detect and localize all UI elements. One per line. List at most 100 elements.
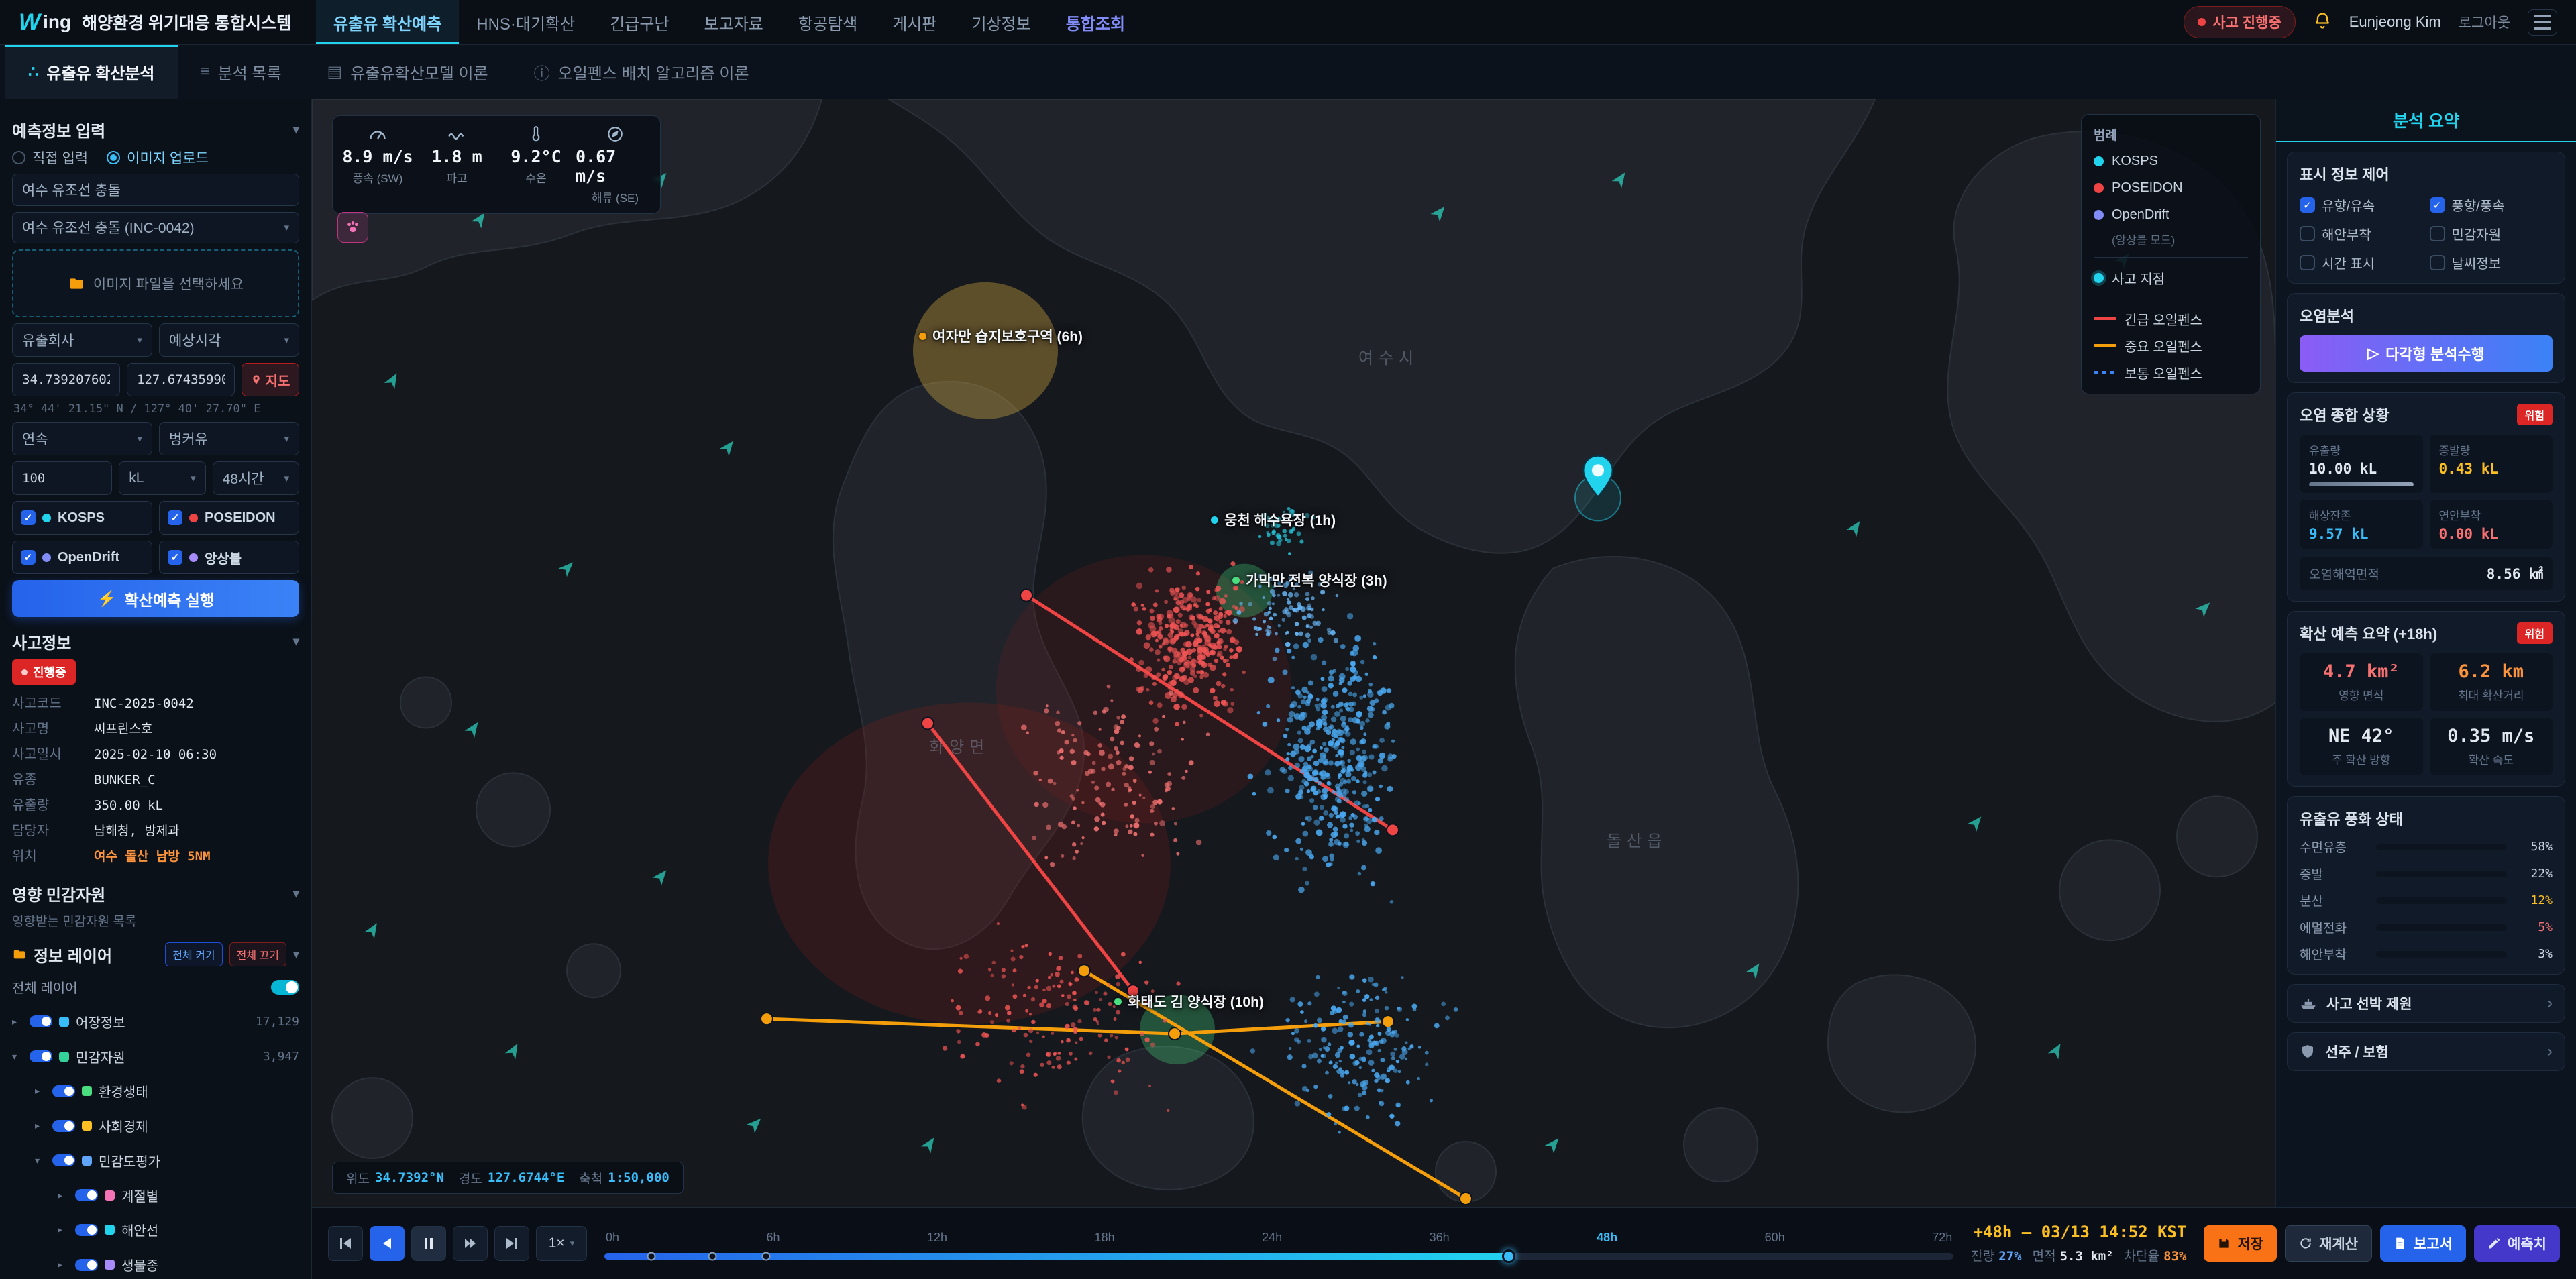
sensitive-section-header[interactable]: 영향 민감자원▾ [12, 882, 299, 905]
expand-icon[interactable]: ▸ [58, 1224, 68, 1235]
expand-icon[interactable]: ▸ [35, 1120, 46, 1131]
layer-toggle[interactable] [30, 1050, 52, 1062]
checkbox-wind[interactable]: ✓풍향/풍속 [2430, 195, 2553, 215]
incident-select[interactable]: 여수 유조선 충돌 (INC-0042)▾ [12, 212, 299, 244]
nav-item-weather[interactable]: 기상정보 [954, 0, 1048, 44]
layers-all-on-button[interactable]: 전체 켜기 [165, 942, 222, 966]
radio-image-upload[interactable]: 이미지 업로드 [107, 148, 209, 168]
incident-status-badge[interactable]: 사고 진행중 [2184, 6, 2295, 38]
timeline-tick[interactable]: 0h [606, 1231, 619, 1245]
nav-item-rescue[interactable]: 긴급구난 [592, 0, 686, 44]
playback-speed-select[interactable]: 1×▾ [536, 1226, 587, 1261]
nav-item-hns[interactable]: HNS·대기확산 [459, 0, 592, 44]
nav-item-oil-spread[interactable]: 유출유 확산예측 [316, 0, 459, 44]
incident-section-header[interactable]: 사고정보▾ [12, 630, 299, 653]
layer-row-fishery[interactable]: ▸어장정보17,129 [12, 1007, 299, 1036]
collapse-icon[interactable]: ▾ [35, 1155, 46, 1166]
checkbox-shoreline[interactable]: 해안부착 [2300, 224, 2423, 243]
model-toggle-poseidon[interactable]: ✓POSEIDON [159, 501, 299, 535]
nav-item-integrated[interactable]: 통합조회 [1049, 0, 1142, 44]
pause-button[interactable] [411, 1226, 446, 1261]
expand-icon[interactable]: ▸ [12, 1016, 23, 1027]
pick-on-map-button[interactable]: 지도 [241, 363, 299, 396]
predict-section-header[interactable]: 예측정보 입력▾ [12, 118, 299, 142]
latitude-input[interactable] [12, 363, 120, 396]
layer-toggle[interactable] [52, 1154, 75, 1166]
user-name[interactable]: Eunjeong Kim [2349, 13, 2441, 31]
layer-toggle[interactable] [75, 1189, 98, 1201]
layer-toggle[interactable] [75, 1224, 98, 1236]
expand-icon[interactable]: ▸ [35, 1085, 46, 1097]
layer-row-species[interactable]: ▸생물종 [12, 1250, 299, 1279]
tab-analysis-list[interactable]: ≡분석 목록 [178, 45, 305, 99]
time-select[interactable]: 예상시각▾ [159, 323, 299, 357]
poi-tool-button[interactable] [337, 212, 368, 243]
timeline[interactable]: 0h 6h 12h 18h 24h 36h 48h 60h 72h [604, 1228, 1953, 1260]
layer-row-sensitivity[interactable]: ▾민감도평가 [12, 1146, 299, 1175]
layer-toggle[interactable] [52, 1085, 75, 1097]
layer-row-seasonal[interactable]: ▸계절별 [12, 1181, 299, 1210]
checkbox-weather[interactable]: 날씨정보 [2430, 253, 2553, 272]
nav-item-reports[interactable]: 보고자료 [687, 0, 781, 44]
run-prediction-button[interactable]: ⚡확산예측 실행 [12, 580, 299, 617]
timeline-event-marker[interactable] [708, 1252, 716, 1260]
tab-boom-theory[interactable]: ⓘ오일펜스 배치 알고리즘 이론 [511, 45, 772, 99]
tab-model-theory[interactable]: ▤유출유확산모델 이론 [305, 45, 511, 99]
logout-link[interactable]: 로그아웃 [2459, 12, 2510, 32]
collapse-icon[interactable]: ▾ [12, 1051, 23, 1062]
timeline-tick[interactable]: 12h [927, 1231, 947, 1245]
layer-toggle[interactable] [75, 1259, 98, 1271]
checkbox-time[interactable]: 시간 표시 [2300, 253, 2423, 272]
save-button[interactable]: 저장 [2204, 1225, 2277, 1262]
skip-start-button[interactable] [328, 1226, 363, 1261]
layer-toggle[interactable] [30, 1015, 52, 1027]
layer-row-socio[interactable]: ▸사회경제 [12, 1111, 299, 1140]
timeline-tick[interactable]: 72h [1932, 1231, 1952, 1245]
timeline-tick[interactable]: 24h [1262, 1231, 1282, 1245]
timeline-tick[interactable]: 6h [767, 1231, 780, 1245]
polygon-analysis-button[interactable]: ▷다각형 분석수행 [2300, 335, 2553, 372]
step-back-button[interactable] [370, 1226, 405, 1261]
vessel-spec-accordion[interactable]: 사고 선박 제원› [2287, 984, 2565, 1023]
radio-direct-input[interactable]: 직접 입력 [12, 148, 88, 168]
skip-end-button[interactable] [494, 1226, 529, 1261]
incident-pin[interactable] [1580, 454, 1615, 502]
recalculate-button[interactable]: 재계산 [2285, 1225, 2372, 1262]
nav-item-aerial[interactable]: 항공탐색 [781, 0, 875, 44]
prediction-button[interactable]: 예측치 [2474, 1225, 2560, 1262]
timeline-tick[interactable]: 18h [1095, 1231, 1115, 1245]
master-layer-toggle[interactable] [271, 980, 299, 995]
timeline-tick[interactable]: 48h [1597, 1231, 1617, 1245]
layer-row-sensitive[interactable]: ▾민감자원3,947 [12, 1042, 299, 1071]
analysis-summary-tab[interactable]: 분석 요약 [2276, 99, 2576, 142]
incident-name-input[interactable] [12, 174, 299, 206]
layers-all-off-button[interactable]: 전체 끄기 [229, 942, 286, 966]
unit-select[interactable]: kL▾ [119, 461, 205, 495]
report-button[interactable]: 보고서 [2380, 1225, 2466, 1262]
timeline-event-marker[interactable] [647, 1252, 656, 1260]
owner-insurance-accordion[interactable]: 선주 / 보험› [2287, 1032, 2565, 1071]
spill-type-select[interactable]: 연속▾ [12, 422, 152, 455]
longitude-input[interactable] [127, 363, 235, 396]
expand-icon[interactable]: ▸ [58, 1259, 68, 1270]
timeline-track[interactable] [604, 1253, 1953, 1260]
hamburger-menu-icon[interactable] [2528, 9, 2557, 36]
layer-toggle[interactable] [52, 1120, 75, 1132]
layer-row-eco[interactable]: ▸환경생태 [12, 1076, 299, 1105]
timeline-event-marker[interactable] [762, 1252, 771, 1260]
fast-forward-button[interactable] [453, 1226, 488, 1261]
bell-icon[interactable] [2313, 11, 2332, 34]
model-toggle-opendrift[interactable]: ✓OpenDrift [12, 541, 152, 574]
company-select[interactable]: 유출회사▾ [12, 323, 152, 357]
map-canvas[interactable]: 여자만 습지보호구역 (6h)웅천 해수욕장 (1h)가막만 전복 양식장 (3… [312, 99, 2275, 1207]
layer-row-coastline[interactable]: ▸해안선 [12, 1215, 299, 1244]
nav-item-board[interactable]: 게시판 [875, 0, 954, 44]
tab-spread-analysis[interactable]: ∴유출유 확산분석 [5, 45, 178, 99]
image-upload-dropzone[interactable]: 이미지 파일을 선택하세요 [12, 249, 299, 317]
duration-select[interactable]: 48시간▾ [213, 461, 299, 495]
timeline-tick[interactable]: 60h [1765, 1231, 1785, 1245]
model-toggle-kosps[interactable]: ✓KOSPS [12, 501, 152, 535]
oil-type-select[interactable]: 벙커유▾ [159, 422, 299, 455]
timeline-tick[interactable]: 36h [1430, 1231, 1450, 1245]
model-toggle-ensemble[interactable]: ✓앙상블 [159, 541, 299, 574]
